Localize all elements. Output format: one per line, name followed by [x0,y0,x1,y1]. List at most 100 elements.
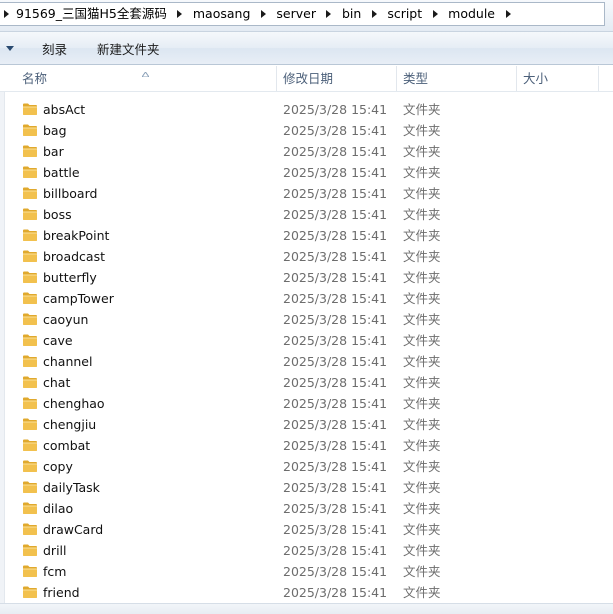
folder-icon [22,437,38,453]
file-date: 2025/3/28 15:41 [283,396,388,411]
breadcrumb-separator-icon[interactable] [171,3,189,25]
column-divider[interactable] [598,66,599,91]
address-bar-edge [605,0,613,31]
breadcrumb-separator-icon[interactable] [426,3,444,25]
file-row[interactable]: battle 2025/3/28 15:41 文件夹 [0,162,613,183]
file-date: 2025/3/28 15:41 [283,249,388,264]
breadcrumb-item[interactable]: script [383,3,426,25]
file-type: 文件夹 [403,123,441,138]
folder-icon [22,122,38,138]
file-row[interactable]: drawCard 2025/3/28 15:41 文件夹 [0,519,613,540]
column-divider[interactable] [516,66,517,91]
new-folder-button[interactable]: 新建文件夹 [89,36,168,61]
file-type: 文件夹 [403,396,441,411]
breadcrumb-separator-icon[interactable] [499,3,517,25]
file-row[interactable]: boss 2025/3/28 15:41 文件夹 [0,204,613,225]
breadcrumb-separator-icon[interactable] [365,3,383,25]
file-date: 2025/3/28 15:41 [283,186,388,201]
file-name: battle [43,165,80,180]
file-type: 文件夹 [403,291,441,306]
file-row[interactable]: bag 2025/3/28 15:41 文件夹 [0,120,613,141]
file-row[interactable]: dilao 2025/3/28 15:41 文件夹 [0,498,613,519]
file-date: 2025/3/28 15:41 [283,459,388,474]
file-type: 文件夹 [403,186,441,201]
column-divider[interactable] [276,66,277,91]
file-name: drawCard [43,522,104,537]
organize-chevron-down-icon[interactable] [0,32,20,64]
file-row[interactable]: cave 2025/3/28 15:41 文件夹 [0,330,613,351]
breadcrumb-separator-icon[interactable] [254,3,272,25]
file-row[interactable]: campTower 2025/3/28 15:41 文件夹 [0,288,613,309]
file-name: copy [43,459,73,474]
column-divider[interactable] [396,66,397,91]
file-row[interactable]: copy 2025/3/28 15:41 文件夹 [0,456,613,477]
column-header-type[interactable]: 类型 [403,66,428,91]
file-name: absAct [43,102,86,117]
breadcrumb-item[interactable]: 91569_三国猫H5全套源码 [12,3,171,25]
file-name: campTower [43,291,114,306]
file-type: 文件夹 [403,375,441,390]
file-row[interactable]: chengjiu 2025/3/28 15:41 文件夹 [0,414,613,435]
file-name: chenghao [43,396,105,411]
file-row[interactable]: combat 2025/3/28 15:41 文件夹 [0,435,613,456]
folder-icon [22,374,38,390]
file-name: bar [43,144,64,159]
folder-icon [22,290,38,306]
file-row[interactable]: chat 2025/3/28 15:41 文件夹 [0,372,613,393]
file-row[interactable]: billboard 2025/3/28 15:41 文件夹 [0,183,613,204]
explorer-window: 91569_三国猫H5全套源码 maosang server bin scrip… [0,0,613,614]
file-date: 2025/3/28 15:41 [283,312,388,327]
file-type: 文件夹 [403,333,441,348]
file-row[interactable]: chenghao 2025/3/28 15:41 文件夹 [0,393,613,414]
folder-icon [22,500,38,516]
folder-icon [22,227,38,243]
burn-button[interactable]: 刻录 [34,36,75,61]
folder-icon [22,206,38,222]
file-row[interactable]: breakPoint 2025/3/28 15:41 文件夹 [0,225,613,246]
column-header-name[interactable]: 名称 [22,66,47,91]
file-date: 2025/3/28 15:41 [283,564,388,579]
breadcrumb-item[interactable]: bin [338,3,365,25]
file-name: billboard [43,186,98,201]
folder-icon [22,353,38,369]
file-row[interactable]: channel 2025/3/28 15:41 文件夹 [0,351,613,372]
breadcrumb-separator-icon[interactable] [0,3,12,25]
file-name: chengjiu [43,417,97,432]
file-row[interactable]: drill 2025/3/28 15:41 文件夹 [0,540,613,561]
folder-icon [22,563,38,579]
file-type: 文件夹 [403,102,441,117]
breadcrumb-item[interactable]: maosang [189,3,255,25]
file-name: channel [43,354,93,369]
folder-icon [22,143,38,159]
breadcrumb-separator-icon[interactable] [320,3,338,25]
file-type: 文件夹 [403,165,441,180]
file-type: 文件夹 [403,501,441,516]
file-date: 2025/3/28 15:41 [283,333,388,348]
breadcrumb[interactable]: 91569_三国猫H5全套源码 maosang server bin scrip… [0,2,605,26]
file-name: friend [43,585,80,600]
file-row[interactable]: fcm 2025/3/28 15:41 文件夹 [0,561,613,582]
file-type: 文件夹 [403,438,441,453]
breadcrumb-item[interactable]: module [444,3,499,25]
file-date: 2025/3/28 15:41 [283,165,388,180]
file-date: 2025/3/28 15:41 [283,144,388,159]
column-header-date[interactable]: 修改日期 [283,66,333,91]
file-name: chat [43,375,71,390]
file-row[interactable]: bar 2025/3/28 15:41 文件夹 [0,141,613,162]
file-name: broadcast [43,249,105,264]
file-row[interactable]: caoyun 2025/3/28 15:41 文件夹 [0,309,613,330]
folder-icon [22,332,38,348]
file-row[interactable]: absAct 2025/3/28 15:41 文件夹 [0,99,613,120]
file-date: 2025/3/28 15:41 [283,228,388,243]
column-header-size[interactable]: 大小 [523,66,548,91]
folder-icon [22,395,38,411]
folder-icon [22,584,38,600]
file-row[interactable]: dailyTask 2025/3/28 15:41 文件夹 [0,477,613,498]
file-row[interactable]: friend 2025/3/28 15:41 文件夹 [0,582,613,603]
file-type: 文件夹 [403,585,441,600]
file-date: 2025/3/28 15:41 [283,291,388,306]
file-date: 2025/3/28 15:41 [283,207,388,222]
breadcrumb-item[interactable]: server [272,3,320,25]
file-row[interactable]: broadcast 2025/3/28 15:41 文件夹 [0,246,613,267]
file-row[interactable]: butterfly 2025/3/28 15:41 文件夹 [0,267,613,288]
